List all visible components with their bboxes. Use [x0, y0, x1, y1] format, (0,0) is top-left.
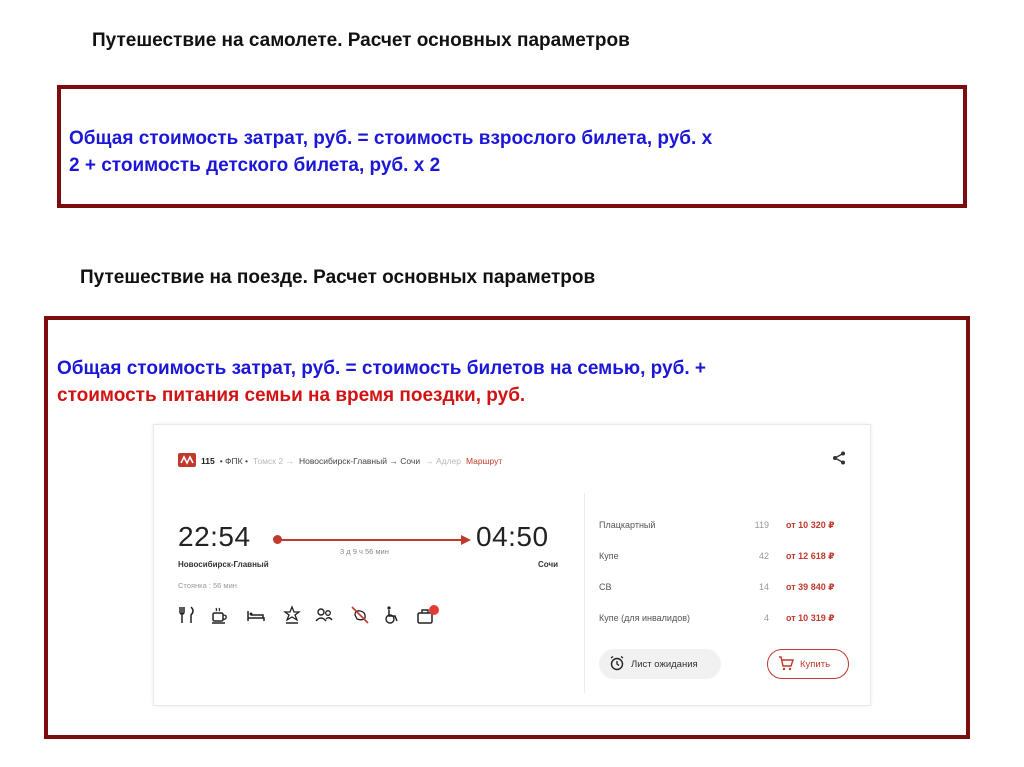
alarm-clock-icon — [609, 655, 625, 674]
route-main: Новосибирск-Главный → Сочи — [298, 456, 421, 466]
arrival-time: 04:50 — [476, 521, 549, 552]
route-link[interactable]: Маршрут — [466, 456, 502, 466]
people-icon — [314, 605, 334, 625]
arrival-station: Сочи — [538, 560, 559, 569]
stop-duration: Стоянка : 56 мин — [178, 581, 237, 590]
class-seats: 119 — [754, 520, 769, 530]
class-name[interactable]: СВ — [599, 582, 612, 592]
departure-station: Новосибирск-Главный — [178, 560, 269, 569]
plane-formula: Общая стоимость затрат, руб. = стоимость… — [69, 125, 712, 179]
card-divider — [584, 493, 585, 693]
no-pets-icon — [350, 605, 370, 625]
cart-icon — [778, 655, 794, 674]
buy-button[interactable]: Купить — [767, 649, 849, 679]
class-price[interactable]: от 10 319 ₽ — [786, 613, 834, 624]
class-price[interactable]: от 10 320 ₽ — [786, 520, 834, 531]
class-seats: 4 — [763, 613, 769, 623]
trip-duration: 3 д 9 ч 56 мин — [340, 547, 389, 556]
plane-heading: Путешествие на самолете. Расчет основных… — [92, 30, 630, 51]
bed-icon — [246, 605, 266, 625]
class-name[interactable]: Купе — [599, 551, 619, 561]
wheelchair-icon — [382, 605, 402, 625]
class-seats: 42 — [758, 551, 769, 561]
share-icon[interactable] — [832, 451, 846, 470]
arrow-right-icon — [461, 535, 471, 545]
class-name[interactable]: Купе (для инвалидов) — [599, 613, 690, 623]
luggage-icon — [416, 605, 439, 625]
amenity-badge-count: 16 — [432, 601, 440, 607]
route-origin: Томск 2 → — [252, 456, 294, 466]
route-progress-line — [278, 539, 468, 541]
departure-time: 22:54 — [178, 521, 251, 552]
coffee-icon — [210, 605, 230, 625]
train-ticket-card: 115 • ФПК • Томск 2 → Новосибирск-Главны… — [153, 424, 871, 706]
train-formula-line-1: Общая стоимость затрат, руб. = стоимость… — [57, 358, 706, 379]
train-heading: Путешествие на поезде. Расчет основных п… — [80, 267, 596, 288]
train-logo-icon — [178, 453, 196, 469]
route-line: 115 • ФПК • Томск 2 → Новосибирск-Главны… — [178, 453, 502, 469]
carrier: • ФПК • — [219, 456, 248, 466]
plane-formula-line-1: Общая стоимость затрат, руб. = стоимость… — [69, 128, 713, 149]
award-icon — [282, 605, 302, 625]
class-name[interactable]: Плацкартный — [599, 520, 655, 530]
waitlist-button[interactable]: Лист ожидания — [599, 649, 721, 679]
route-destination: → Адлер — [425, 456, 461, 466]
train-number: 115 — [201, 456, 215, 466]
class-price[interactable]: от 12 618 ₽ — [786, 551, 834, 562]
buy-label: Купить — [800, 658, 831, 670]
class-seats: 14 — [758, 582, 769, 592]
class-price[interactable]: от 39 840 ₽ — [786, 582, 834, 593]
restaurant-icon — [178, 605, 198, 625]
train-formula: Общая стоимость затрат, руб. = стоимость… — [57, 355, 706, 409]
train-formula-line-2: стоимость питания семьи на время поездки… — [57, 385, 526, 406]
plane-formula-line-2: 2 + стоимость детского билета, руб. х 2 — [69, 155, 441, 176]
waitlist-label: Лист ожидания — [631, 658, 698, 670]
